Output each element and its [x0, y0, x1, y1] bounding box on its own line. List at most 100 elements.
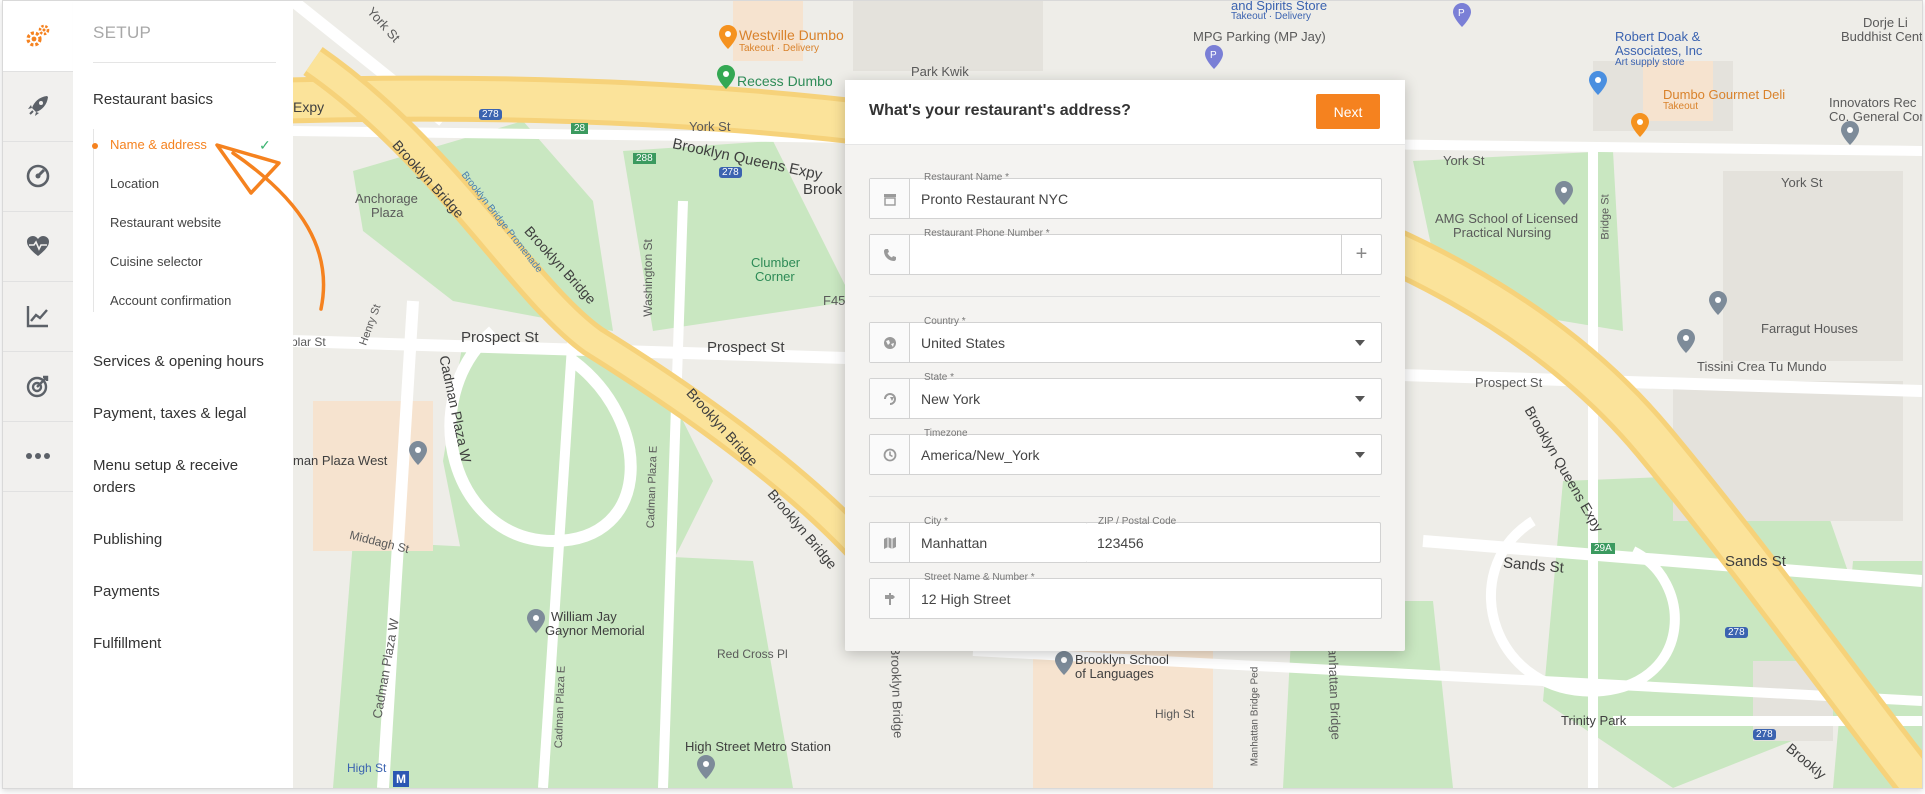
restaurant-name-field[interactable]: Restaurant Name * Pronto Restaurant NYC [869, 172, 1382, 219]
map-label: Manhattan Bridge Ped [1249, 666, 1261, 767]
map-label: Brooklyn Bridge [887, 646, 906, 739]
section-fulfillment[interactable]: Fulfillment [93, 633, 161, 655]
section-services-opening-hours[interactable]: Services & opening hours [93, 351, 264, 373]
step-name-address[interactable]: Name & address [92, 137, 207, 152]
map-label: York St [689, 119, 731, 134]
step-label: Name & address [110, 137, 207, 152]
section-payments[interactable]: Payments [93, 581, 160, 603]
restaurant-basics-steps: Name & address Location Restaurant websi… [92, 129, 279, 312]
timezone-icon [870, 435, 910, 474]
map-label: Takeout · Delivery [1231, 11, 1312, 22]
restaurant-phone-label: Restaurant Phone Number * [924, 228, 1050, 239]
map-label: Anchorage [355, 191, 418, 206]
shop-pin-icon[interactable] [1589, 71, 1607, 95]
map-label: Takeout · Delivery [739, 43, 820, 54]
place-pin-icon[interactable] [1677, 329, 1695, 353]
chevron-down-icon [1355, 396, 1365, 402]
state-label: State * [924, 372, 955, 383]
map-label: Prospect St [707, 339, 785, 356]
heartbeat-icon [27, 236, 49, 256]
map-icon [870, 523, 910, 562]
step-account-confirmation[interactable]: Account confirmation [110, 293, 231, 308]
highway-shield: 278 [719, 167, 742, 178]
timezone-label: Timezone [924, 428, 968, 439]
launch-rail-item[interactable] [3, 71, 73, 142]
highway-shield: 28 [571, 123, 589, 134]
add-phone-button[interactable]: + [1341, 235, 1381, 274]
state-icon [870, 379, 910, 418]
gears-icon [26, 24, 50, 47]
school-pin-icon[interactable] [1055, 651, 1073, 675]
map-label: Corner [755, 269, 795, 284]
parking-pin-icon[interactable]: P [1205, 45, 1223, 69]
section-payment-taxes-legal[interactable]: Payment, taxes & legal [93, 403, 246, 425]
map-label: Takeout [1663, 101, 1699, 112]
restaurant-name-value: Pronto Restaurant NYC [921, 191, 1069, 207]
sidebar-divider [93, 62, 276, 63]
icon-rail [3, 1, 74, 788]
more-rail-item[interactable] [3, 421, 73, 492]
section-publishing[interactable]: Publishing [93, 529, 162, 551]
map-label: F45 [823, 293, 846, 308]
map-label: Expy [293, 99, 325, 115]
map-label: York St [1443, 153, 1485, 168]
city-field[interactable]: City * Manhattan [869, 516, 1088, 563]
highway-shield: 288 [633, 153, 656, 164]
restaurant-pin-icon[interactable] [719, 25, 737, 49]
transit-pin-icon[interactable] [697, 755, 715, 779]
street-label: Street Name & Number * [924, 572, 1035, 583]
park-pin-icon[interactable] [717, 65, 735, 89]
address-modal: What's your restaurant's address? Next R… [845, 80, 1405, 651]
highway-shield: 29A [1591, 543, 1615, 554]
more-icon [26, 453, 50, 459]
marketing-rail-item[interactable] [3, 351, 73, 422]
section-restaurant-basics[interactable]: Restaurant basics [93, 89, 213, 111]
parking-pin-icon[interactable]: P [1453, 3, 1471, 27]
health-rail-item[interactable] [3, 211, 73, 282]
completed-check-icon: ✓ [259, 137, 271, 153]
school-pin-icon[interactable] [1555, 181, 1573, 205]
restaurant-name-label: Restaurant Name * [924, 172, 1010, 183]
place-pin-icon[interactable] [527, 609, 545, 633]
map-label: High St [347, 761, 387, 775]
setup-rail-item[interactable] [3, 1, 73, 72]
map-label: Brook [803, 181, 843, 198]
restaurant-pin-icon[interactable] [1631, 113, 1649, 137]
zip-field[interactable]: ZIP / Postal Code 123456 [1086, 516, 1381, 563]
map-label: AMG School of Licensed [1435, 211, 1579, 226]
store-icon [870, 179, 910, 218]
timezone-select[interactable]: Timezone America/New_York [869, 428, 1382, 475]
step-location[interactable]: Location [110, 176, 159, 191]
step-restaurant-website[interactable]: Restaurant website [110, 215, 221, 230]
place-pin-icon[interactable] [1841, 121, 1859, 145]
place-pin-icon[interactable] [1709, 291, 1727, 315]
step-cuisine-selector[interactable]: Cuisine selector [110, 254, 203, 269]
map-label: Recess Dumbo [737, 73, 833, 89]
restaurant-phone-field[interactable]: Restaurant Phone Number * + [869, 228, 1382, 275]
country-select[interactable]: Country * United States [869, 316, 1382, 363]
map-label: Buddhist Cent [1841, 29, 1922, 44]
state-select[interactable]: State * New York [869, 372, 1382, 419]
metro-icon[interactable]: M [393, 771, 409, 787]
map-label: William Jay [551, 609, 617, 624]
chevron-down-icon [1355, 340, 1365, 346]
compass-icon [26, 164, 50, 188]
map-label: Farragut Houses [1761, 321, 1858, 336]
map-label: plar St [293, 335, 326, 349]
city-label: City * [924, 516, 948, 527]
section-divider [869, 496, 1380, 497]
street-field[interactable]: Street Name & Number * 12 High Street [869, 572, 1382, 619]
dashboard-rail-item[interactable] [3, 141, 73, 212]
next-button[interactable]: Next [1316, 94, 1380, 129]
section-menu-setup[interactable]: Menu setup & receive orders [93, 455, 263, 499]
section-divider [869, 296, 1380, 297]
reports-rail-item[interactable] [3, 281, 73, 352]
place-pin-icon[interactable] [409, 441, 427, 465]
map-label: Associates, Inc [1615, 43, 1703, 58]
zip-value: 123456 [1097, 535, 1144, 551]
svg-text:P: P [1458, 8, 1465, 19]
modal-title: What's your restaurant's address? [869, 102, 1131, 119]
highway-shield: 278 [1725, 627, 1748, 638]
map-label: High Street Metro Station [685, 739, 831, 754]
map-label: Park Kwik [911, 64, 969, 79]
